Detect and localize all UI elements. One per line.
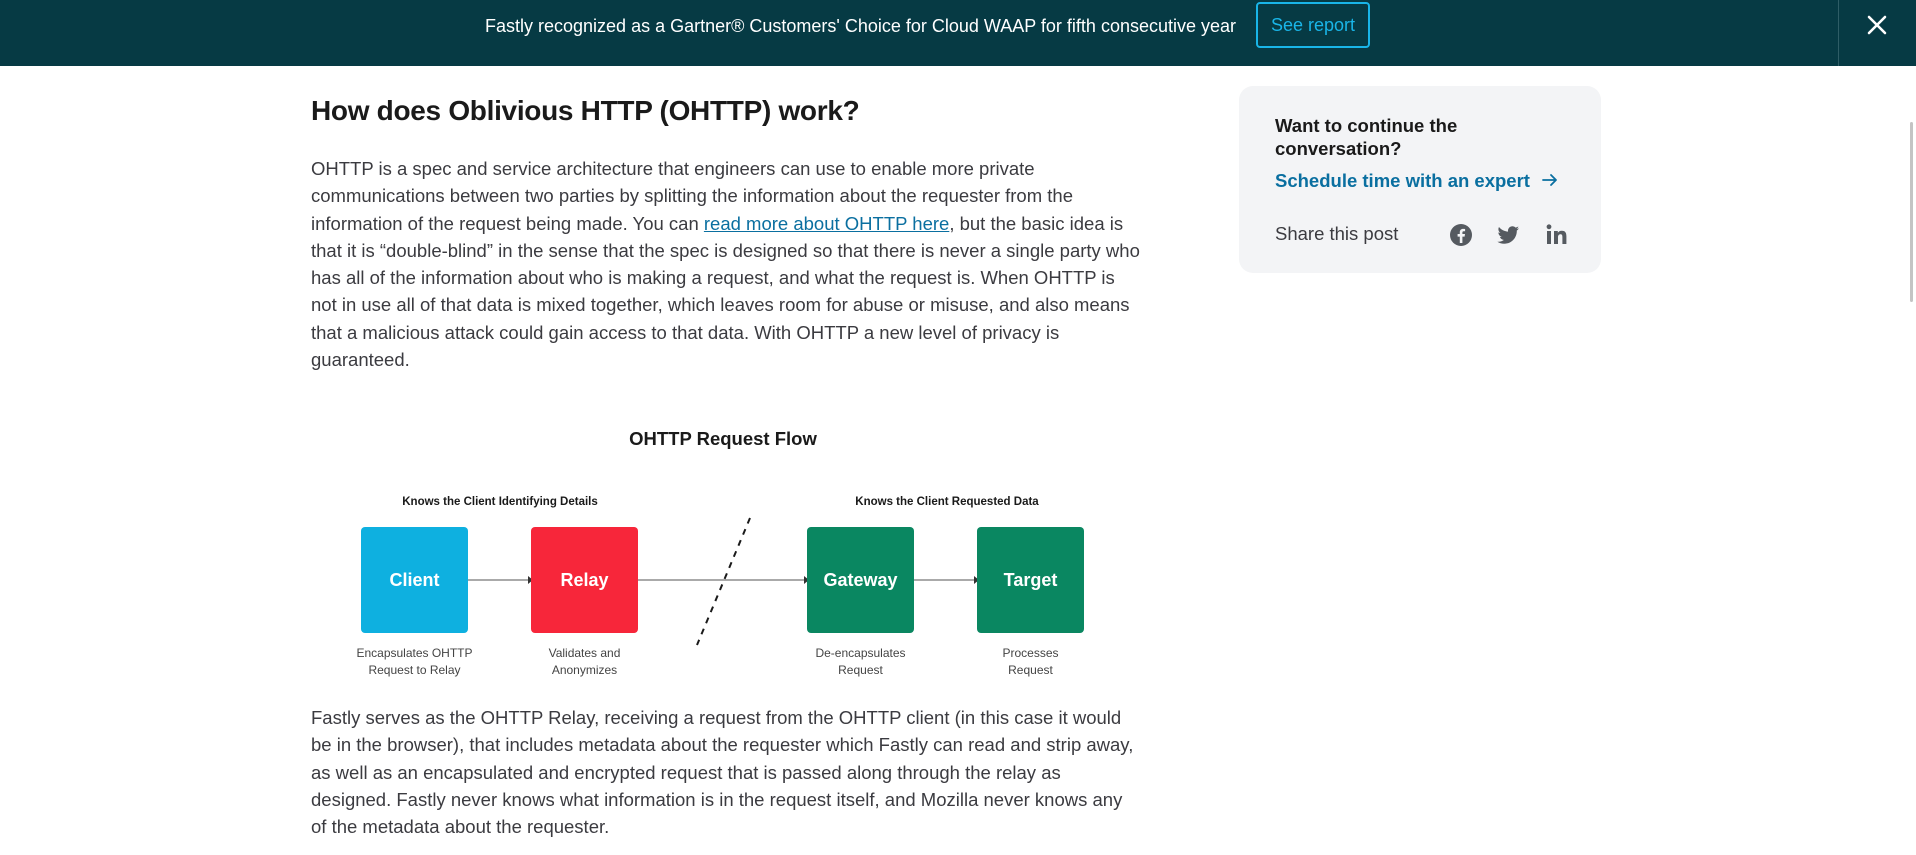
banner-divider — [1838, 0, 1839, 66]
linkedin-icon[interactable] — [1544, 222, 1570, 248]
card-title: Want to continue the conversation? — [1275, 115, 1458, 159]
diagram-title: OHTTP Request Flow — [629, 428, 817, 449]
scrollbar-thumb[interactable] — [1910, 122, 1913, 302]
node-target: Target Processes Request — [977, 527, 1084, 677]
announcement-banner: Fastly recognized as a Gartner® Customer… — [0, 0, 1916, 66]
paragraph-relay: Fastly serves as the OHTTP Relay, receiv… — [311, 707, 1134, 838]
node-gateway: Gateway De-encapsulates Request — [807, 527, 914, 677]
ohttp-link[interactable]: read more about OHTTP here — [704, 213, 949, 234]
twitter-icon[interactable] — [1496, 222, 1522, 248]
section-heading: How does Oblivious HTTP (OHTTP) work? — [311, 95, 860, 126]
banner-text: Fastly recognized as a Gartner® Customer… — [485, 16, 1237, 36]
share-label: Share this post — [1275, 223, 1399, 244]
node-label: Relay — [560, 570, 608, 590]
node-label: Client — [389, 570, 439, 590]
node-label: Target — [1004, 570, 1058, 590]
schedule-expert-label: Schedule time with an expert — [1275, 170, 1530, 191]
node-caption: De-encapsulates — [815, 646, 905, 660]
article-section: How does Oblivious HTTP (OHTTP) work? — [311, 92, 1141, 130]
node-caption: Validates and — [549, 646, 621, 660]
paragraph-intro: OHTTP is a spec and service architecture… — [311, 155, 1141, 373]
node-caption: Request — [1008, 663, 1053, 677]
group-label-left: Knows the Client Identifying Details — [402, 496, 598, 508]
see-report-button[interactable]: See report — [1256, 2, 1370, 48]
schedule-expert-link[interactable]: Schedule time with an expert — [1275, 170, 1558, 192]
ohttp-flow-diagram: OHTTP Request Flow Knows the Client Iden… — [311, 420, 1141, 690]
facebook-icon[interactable] — [1448, 222, 1474, 248]
node-caption: Encapsulates OHTTP — [356, 646, 472, 660]
node-relay: Relay Validates and Anonymizes — [531, 527, 638, 677]
close-icon[interactable] — [1862, 10, 1892, 40]
node-label: Gateway — [823, 570, 897, 590]
paragraph-text: , but the basic idea is that it is “doub… — [311, 212, 1140, 371]
privacy-divider — [696, 517, 751, 646]
node-caption: Processes — [1002, 646, 1058, 660]
node-caption: Request to Relay — [368, 663, 460, 677]
arrow-right-icon — [1542, 170, 1558, 192]
node-caption: Request — [838, 663, 883, 677]
group-label-right: Knows the Client Requested Data — [855, 496, 1039, 508]
node-client: Client Encapsulates OHTTP Request to Rel… — [356, 527, 473, 677]
node-caption: Anonymizes — [552, 663, 617, 677]
cta-card: Want to continue the conversation? Sched… — [1239, 86, 1601, 273]
